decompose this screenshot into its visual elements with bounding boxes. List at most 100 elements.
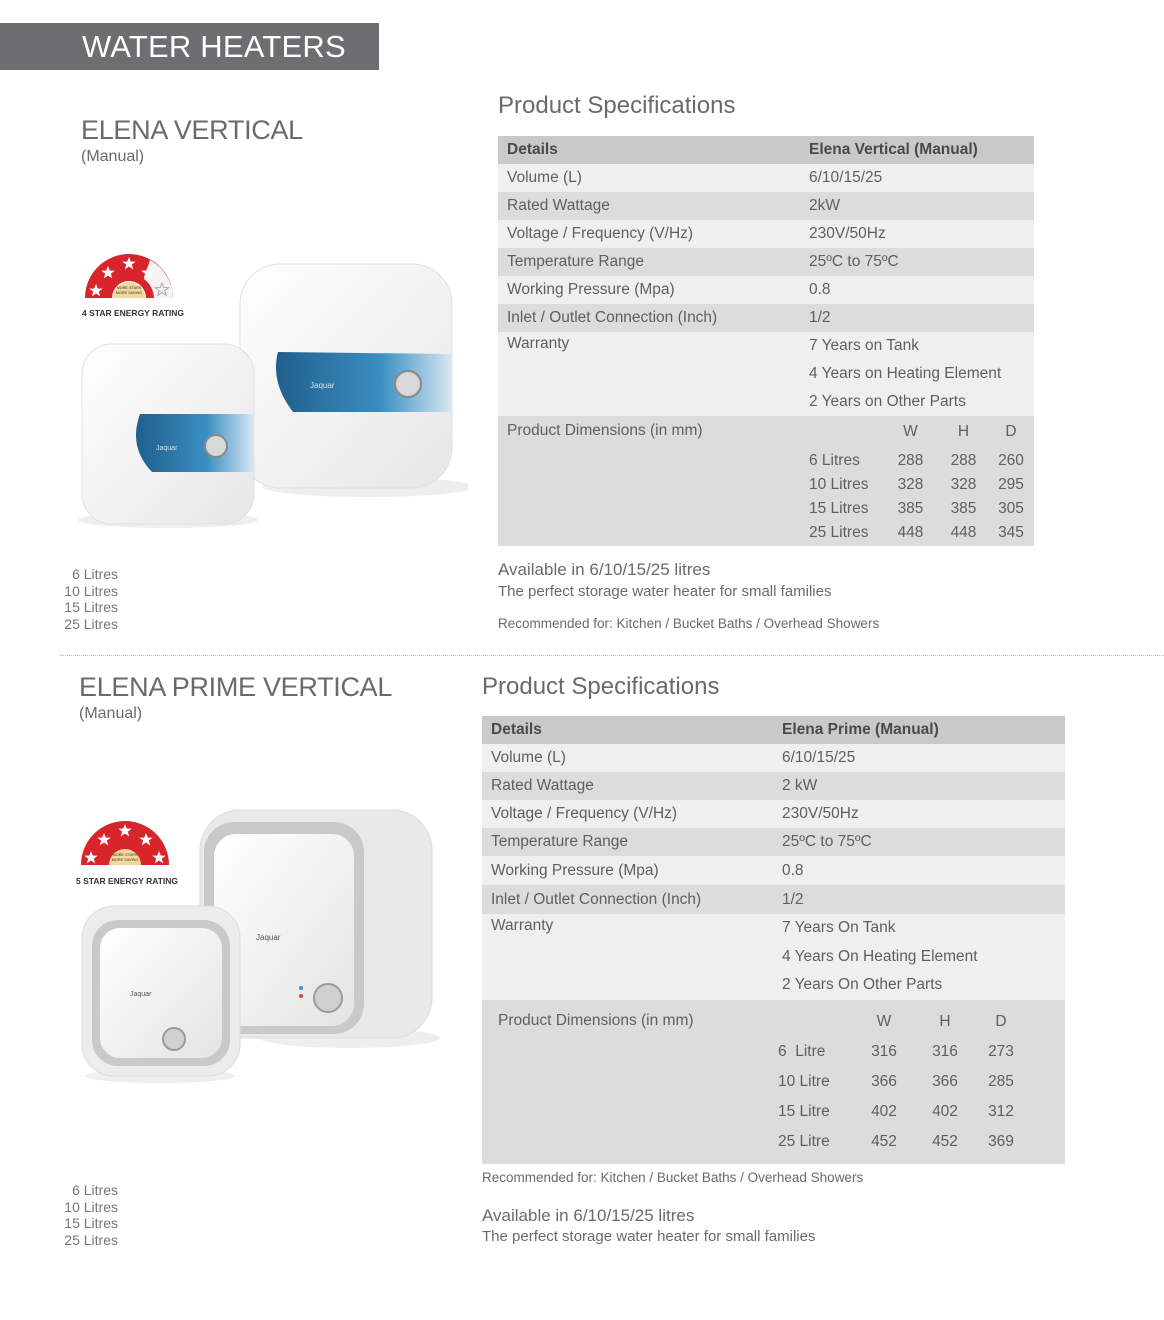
section-title: WATER HEATERS [82,29,346,64]
warranty-values: 7 Years on Tank 4 Years on Heating Eleme… [800,332,1034,416]
dim-size: 15 Litre [778,1102,830,1120]
svg-text:Jaquar: Jaquar [130,991,152,998]
section-header: WATER HEATERS [0,23,379,70]
dim-d: 285 [988,1072,1014,1090]
spec-heading: Product Specifications [498,92,736,119]
spec-label: Inlet / Outlet Connection (Inch) [498,304,800,332]
product-name: ELENA VERTICAL [81,115,303,145]
table-row: Inlet / Outlet Connection (Inch) 1/2 [482,885,1065,914]
warranty-line: 7 Years On Tank [782,919,896,936]
spec-label: Product Dimensions (in mm) [482,999,773,1164]
dim-size: 6 Litre [778,1042,826,1060]
spec-label: Warranty [498,332,800,416]
dim-h: 448 [950,524,977,541]
table-row: Temperature Range 25ºC to 75ºC [498,248,1034,276]
dim-size: 10 Litres [809,476,869,493]
dim-size: 25 Litre [778,1132,830,1150]
spec-value: 1/2 [800,304,1034,332]
warranty-line: 4 Years On Heating Element [782,947,978,965]
table-row: Warranty 7 Years On Tank 4 Years On Heat… [482,914,1065,1000]
list-item: 25 Litres [64,1231,118,1248]
spec-value: 6/10/15/25 [800,164,1034,192]
litres-list: 6 Litres 10 Litres 15 Litres 25 Litres [58,1182,118,1248]
list-item: 15 Litres [64,599,118,615]
table-header-row: Details Elena Vertical (Manual) [498,136,1034,164]
section-divider [60,655,1164,656]
dim-col-header: D [1005,423,1017,440]
dim-w: 316 [871,1042,897,1060]
dim-h: 328 [950,476,977,493]
table-row: Product Dimensions (in mm) W H D 6 Litre… [482,999,1065,1164]
table-row: Voltage / Frequency (V/Hz) 230V/50Hz [498,220,1034,248]
spec-label: Volume (L) [482,744,773,772]
warranty-line: 4 Years on Heating Element [809,365,1002,382]
spec-label: Rated Wattage [498,192,800,220]
product-mode: (Manual) [81,148,145,165]
spec-value: 0.8 [800,276,1034,304]
warranty-values: 7 Years On Tank 4 Years On Heating Eleme… [773,914,1065,1000]
svg-text:Jaquar: Jaquar [256,933,281,942]
table-header-row: Details Elena Prime (Manual) [482,716,1065,744]
table-header-cell: Elena Vertical (Manual) [800,136,1034,164]
table-row: Warranty 7 Years on Tank 4 Years on Heat… [498,332,1034,416]
dimensions-table: W H D 6 Litre 316 316 273 10 Litre 366 3… [773,999,1065,1164]
list-item: 6 Litres [72,1182,118,1198]
spec-value: 2 kW [773,772,1065,800]
dim-h: 452 [932,1132,958,1150]
dim-w: 366 [871,1072,897,1090]
dim-d: 369 [988,1132,1014,1150]
litres-list: 6 Litres 10 Litres 15 Litres 25 Litres [58,566,118,632]
dim-h: 288 [950,452,977,469]
spec-label: Warranty [482,914,773,1000]
dim-col-header: W [903,423,918,440]
spec-label: Voltage / Frequency (V/Hz) [482,800,773,828]
spec-table: Details Elena Prime (Manual) Volume (L) … [482,716,1065,1164]
spec-label: Rated Wattage [482,772,773,800]
table-row: Volume (L) 6/10/15/25 [498,164,1034,192]
spec-label: Temperature Range [482,828,773,856]
spec-label: Inlet / Outlet Connection (Inch) [482,885,773,914]
recommended-text: Recommended for: Kitchen / Bucket Baths … [482,1170,864,1185]
spec-table: Details Elena Vertical (Manual) Volume (… [498,136,1034,546]
warranty-line: 2 Years On Other Parts [782,976,943,993]
dim-w: 328 [897,476,924,493]
spec-value: 230V/50Hz [800,220,1034,248]
spec-label: Working Pressure (Mpa) [498,276,800,304]
dim-col-header: H [957,423,970,440]
dim-h: 385 [950,500,977,517]
spec-value: 230V/50Hz [773,800,1065,828]
table-header-cell: Details [498,136,800,164]
product-image: Jaquar Jaquar [80,808,440,1084]
svg-text:Jaquar: Jaquar [310,381,335,390]
dim-h: 316 [932,1042,958,1060]
dim-size: 6 Litres [809,452,860,469]
svg-text:Jaquar: Jaquar [156,445,178,452]
spec-label: Volume (L) [498,164,800,192]
dim-d: 260 [998,452,1024,469]
dim-w: 452 [871,1132,897,1150]
table-row: Temperature Range 25ºC to 75ºC [482,828,1065,856]
spec-value: 25ºC to 75ºC [773,828,1065,856]
warranty-line: 2 Years on Other Parts [809,393,966,410]
spec-label: Temperature Range [498,248,800,276]
dim-w: 385 [897,500,924,517]
dim-h: 402 [932,1102,958,1120]
table-row: Working Pressure (Mpa) 0.8 [498,276,1034,304]
dim-size: 25 Litres [809,524,869,541]
warranty-line: 7 Years on Tank [809,337,920,354]
spec-value: 1/2 [773,885,1065,914]
dim-col-header: D [995,1012,1007,1030]
table-row: Voltage / Frequency (V/Hz) 230V/50Hz [482,800,1065,828]
recommended-text: Recommended for: Kitchen / Bucket Baths … [498,616,880,631]
spec-value: 2kW [800,192,1034,220]
dim-d: 345 [998,524,1024,541]
dim-d: 305 [998,500,1024,517]
dim-d: 273 [988,1042,1014,1060]
spec-label: Working Pressure (Mpa) [482,856,773,885]
dimensions-table: W H D 6 Litres 288 288 260 10 Litres 328… [800,416,1034,546]
table-row: Rated Wattage 2 kW [482,772,1065,800]
table-row: Inlet / Outlet Connection (Inch) 1/2 [498,304,1034,332]
spec-label: Voltage / Frequency (V/Hz) [498,220,800,248]
spec-label: Product Dimensions (in mm) [498,416,800,546]
table-row: Product Dimensions (in mm) W H D 6 Litre… [498,416,1034,546]
